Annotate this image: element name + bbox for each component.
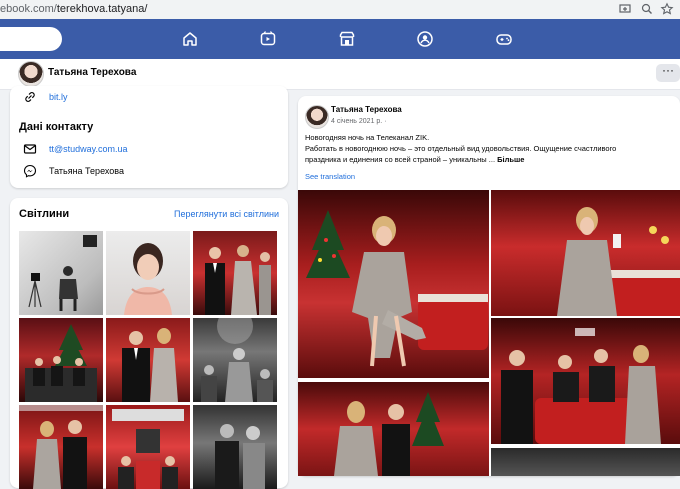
post-card: Татьяна Терехова 4 січень 2021 р. · Ново… [298, 96, 680, 476]
see-translation-link[interactable]: See translation [305, 172, 355, 181]
see-more-link[interactable]: Більше [497, 155, 524, 164]
post-timestamp[interactable]: 4 січень 2021 р. · [331, 118, 387, 125]
photo-thumbnail[interactable] [19, 318, 103, 402]
avatar[interactable] [18, 61, 44, 87]
email-icon [23, 142, 37, 156]
photo-thumbnail[interactable] [106, 231, 190, 315]
post-text-line: Работать в новогоднюю ночь – это отдельн… [305, 144, 617, 153]
post-date-text: 4 січень 2021 р. · [331, 118, 387, 125]
top-navigation-bar [0, 19, 680, 59]
email-link[interactable]: tt@studway.com.ua [49, 144, 128, 154]
zoom-icon[interactable] [640, 2, 654, 16]
url-path: terekhova.tatyana/ [56, 3, 148, 15]
post-text: Новогодняя ночь на Телеканал ZIK. Работа… [305, 132, 675, 165]
url-domain: ebook.com/ [0, 3, 57, 15]
post-text-line-content: праздника и единения со всей страной – у… [305, 155, 496, 164]
watch-icon[interactable] [258, 29, 278, 49]
messenger-icon [23, 164, 37, 178]
post-photo[interactable] [298, 190, 489, 378]
photo-thumbnail[interactable] [193, 405, 277, 489]
install-app-icon[interactable] [618, 2, 632, 16]
post-photo[interactable] [298, 382, 489, 476]
website-link[interactable]: bit.ly [49, 92, 68, 102]
groups-icon[interactable] [415, 29, 435, 49]
photos-title: Світлини [19, 208, 70, 220]
post-photo[interactable] [491, 318, 680, 444]
post-photo[interactable] [491, 448, 680, 476]
photo-thumbnail[interactable] [193, 318, 277, 402]
gaming-icon[interactable] [494, 29, 514, 49]
contact-info-card: bit.ly Дані контакту tt@studway.com.ua Т… [10, 86, 288, 188]
contact-section-title: Дані контакту [19, 121, 94, 133]
post-author-name[interactable]: Татьяна Терехова [331, 105, 402, 114]
link-icon [23, 90, 37, 104]
photo-thumbnail[interactable] [106, 405, 190, 489]
bookmark-star-icon[interactable] [660, 2, 674, 16]
photo-thumbnail[interactable] [193, 231, 277, 315]
post-text-line: Новогодняя ночь на Телеканал ZIK. [305, 133, 430, 142]
photo-thumbnail[interactable] [106, 318, 190, 402]
more-options-button[interactable]: ··· [656, 64, 680, 82]
search-input[interactable] [0, 27, 62, 51]
messenger-name: Татьяна Терехова [49, 166, 124, 176]
post-author-avatar[interactable] [305, 105, 329, 129]
marketplace-icon[interactable] [337, 29, 357, 49]
url-text[interactable]: ebook.com/terekhova.tatyana/ [0, 3, 147, 15]
home-icon[interactable] [180, 29, 200, 49]
post-text-line: праздника и единения со всей страной – у… [305, 154, 675, 165]
see-all-photos-link[interactable]: Переглянути всі світлини [174, 209, 279, 219]
post-photo[interactable] [491, 190, 680, 316]
photo-thumbnail[interactable] [19, 405, 103, 489]
browser-address-bar[interactable]: ebook.com/terekhova.tatyana/ [0, 0, 680, 20]
profile-name[interactable]: Татьяна Терехова [48, 67, 136, 78]
photo-thumbnail[interactable] [19, 231, 103, 315]
photos-card: Світлини Переглянути всі світлини [10, 198, 288, 489]
